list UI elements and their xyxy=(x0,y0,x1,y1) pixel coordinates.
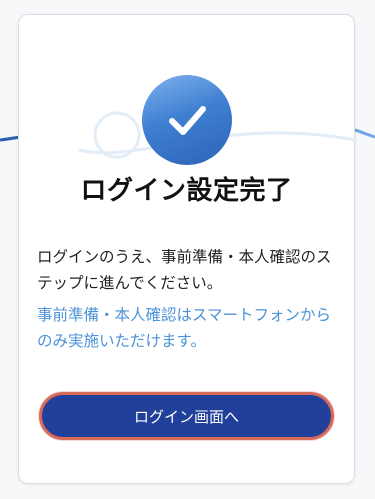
smartphone-note: 事前準備・本人確認はスマートフォンからのみ実施いただけます。 xyxy=(37,306,332,350)
go-to-login-button[interactable]: ログイン画面へ xyxy=(39,392,334,440)
success-check-badge xyxy=(142,75,232,165)
page-title: ログイン設定完了 xyxy=(80,176,293,206)
checkmark-icon xyxy=(169,106,206,135)
page: ログイン設定完了 ログインのうえ、事前準備・本人確認のステップに進んでください。… xyxy=(0,0,375,499)
instruction-text: ログインのうえ、事前準備・本人確認のステップに進んでください。 xyxy=(37,248,332,292)
